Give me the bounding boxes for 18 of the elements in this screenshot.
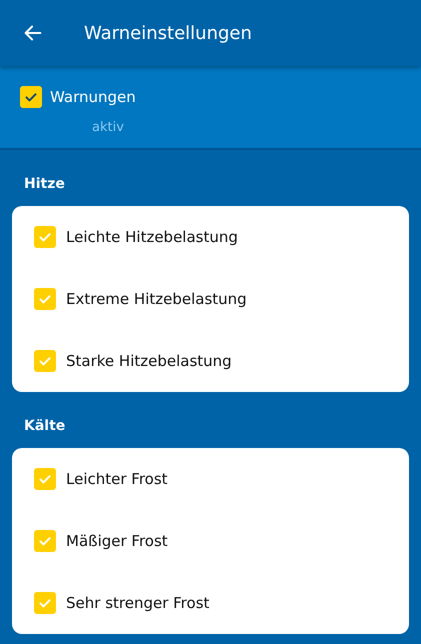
option-label[interactable]: Sehr strenger Frost — [66, 594, 210, 612]
section-title: Hitze — [23, 175, 65, 194]
screen-title: Warneinstellungen — [84, 22, 252, 44]
section-title: Kälte — [23, 417, 66, 436]
option-label[interactable]: Extreme Hitzebelastung — [66, 290, 247, 308]
checkbox[interactable] — [34, 530, 56, 552]
checkbox[interactable] — [20, 86, 42, 108]
option-label[interactable]: Starke Hitzebelastung — [66, 352, 232, 370]
checkbox[interactable] — [34, 226, 56, 248]
option-label[interactable]: Leichte Hitzebelastung — [66, 228, 238, 246]
checkbox[interactable] — [34, 468, 56, 490]
option-label[interactable]: Leichter Frost — [66, 470, 168, 488]
checkbox[interactable] — [34, 592, 56, 614]
checkbox[interactable] — [34, 350, 56, 372]
master-summary: aktiv — [92, 120, 124, 135]
option-label[interactable]: Mäßiger Frost — [66, 532, 168, 550]
checkbox[interactable] — [34, 288, 56, 310]
master-label: Warnungen — [50, 88, 136, 106]
